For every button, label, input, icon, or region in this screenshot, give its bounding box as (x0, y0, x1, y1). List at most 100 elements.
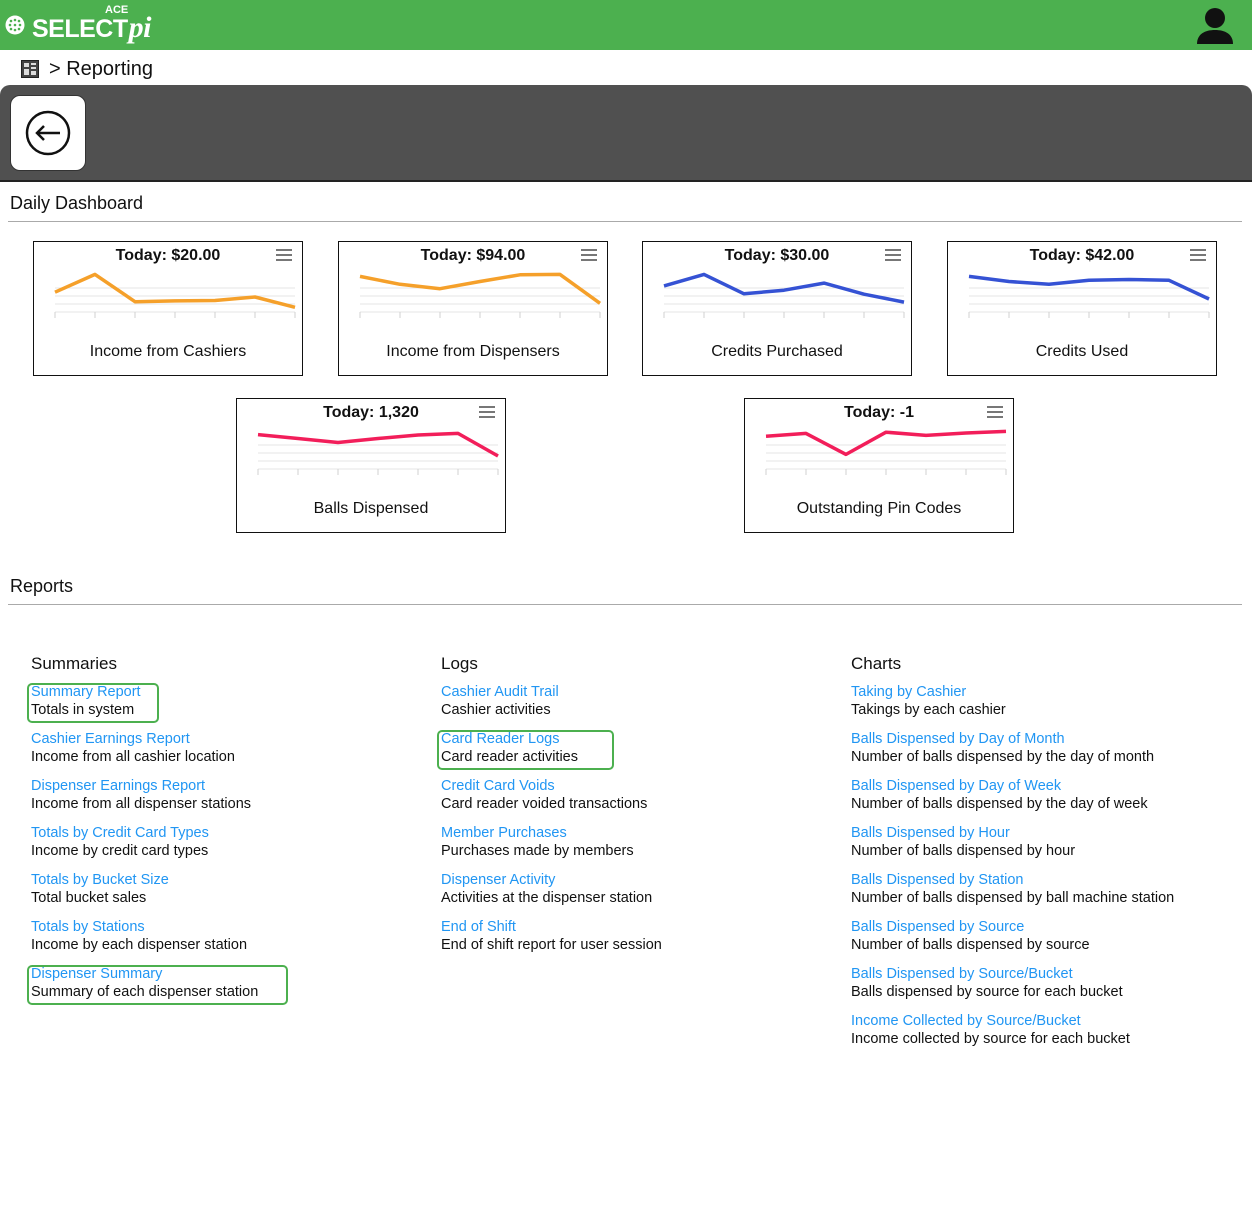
menu-icon[interactable] (581, 249, 597, 261)
menu-icon[interactable] (1190, 249, 1206, 261)
report-description: Cashier activities (441, 702, 551, 718)
sparkline-chart (663, 272, 905, 318)
report-item-balls-dispensed-by-day-of-month: Balls Dispensed by Day of Month Number of… (851, 730, 1251, 777)
report-column-logs: Logs Cashier Audit Trail Cashier activitie… (441, 654, 841, 965)
report-link[interactable]: End of Shift (441, 918, 841, 936)
report-item-balls-dispensed-by-hour: Balls Dispensed by Hour Number of balls d… (851, 824, 1251, 871)
report-link[interactable]: Balls Dispensed by Source (851, 918, 1251, 936)
report-description: Card reader activities (441, 749, 578, 765)
report-item-member-purchases: Member Purchases Purchases made by member… (441, 824, 841, 871)
report-link[interactable]: Dispenser Summary (31, 965, 431, 983)
report-description: Income collected by source for each buck… (851, 1031, 1130, 1047)
report-description: Income by credit card types (31, 843, 209, 859)
column-heading: Summaries (31, 654, 117, 673)
dashboard-icon[interactable] (21, 60, 39, 78)
menu-icon[interactable] (479, 406, 495, 418)
sparkline-chart (765, 429, 1007, 475)
sparkline-chart (359, 272, 602, 318)
menu-icon[interactable] (276, 249, 292, 261)
dashboard-widget-credits-used[interactable]: Today: $42.00 Credits Used (947, 241, 1217, 376)
report-item-totals-by-bucket-size: Totals by Bucket Size Total bucket sales (31, 871, 431, 918)
widget-label: Credits Used (1035, 343, 1129, 360)
report-description: Number of balls dispensed by ball machin… (851, 890, 1175, 906)
divider (8, 604, 1242, 605)
report-link[interactable]: Totals by Stations (31, 918, 431, 936)
report-link[interactable]: Cashier Audit Trail (441, 683, 841, 701)
widget-label: Balls Dispensed (313, 500, 429, 517)
report-description: Card reader voided transactions (441, 796, 648, 812)
report-description: Balls dispensed by source for each bucke… (851, 984, 1123, 1000)
logo-text: SELECTpi (32, 11, 151, 45)
report-link[interactable]: Income Collected by Source/Bucket (851, 1012, 1251, 1030)
report-link[interactable]: Credit Card Voids (441, 777, 841, 795)
reports-title: Reports (10, 576, 74, 596)
report-link[interactable]: Balls Dispensed by Source/Bucket (851, 965, 1251, 983)
report-link[interactable]: Balls Dispensed by Hour (851, 824, 1251, 842)
report-item-cashier-audit-trail: Cashier Audit Trail Cashier activities (441, 683, 841, 730)
report-item-balls-dispensed-by-source: Balls Dispensed by Source Number of balls… (851, 918, 1251, 965)
sparkline-chart (257, 431, 499, 475)
report-item-cashier-earnings-report: Cashier Earnings Report Income from all c… (31, 730, 431, 777)
report-link[interactable]: Taking by Cashier (851, 683, 1251, 701)
widget-label: Outstanding Pin Codes (796, 500, 962, 517)
report-description: Activities at the dispenser station (441, 890, 653, 906)
dashboard-widget-income-from-dispensers[interactable]: Today: $94.00 Income from Dispensers (338, 241, 608, 376)
menu-icon[interactable] (987, 406, 1003, 418)
breadcrumb-text: > Reporting (49, 57, 153, 80)
report-item-totals-by-credit-card-types: Totals by Credit Card Types Income by cre… (31, 824, 431, 871)
report-item-balls-dispensed-by-day-of-week: Balls Dispensed by Day of Week Number of … (851, 777, 1251, 824)
report-link[interactable]: Totals by Credit Card Types (31, 824, 431, 842)
report-description: Summary of each dispenser station (31, 984, 259, 1000)
widget-today-value: Today: $20.00 (115, 247, 221, 264)
report-description: Number of balls dispensed by the day of … (851, 796, 1148, 812)
report-link[interactable]: Totals by Bucket Size (31, 871, 431, 889)
sparkline-series (359, 272, 602, 305)
report-column-summaries: Summaries Summary Report Totals in system C… (31, 654, 431, 1012)
report-item-income-collected-by-source-bucket: Income Collected by Source/Bucket Income … (851, 1012, 1251, 1059)
report-description: Totals in system (31, 702, 135, 718)
logo-badge: ACE (105, 4, 129, 16)
dashboard-widget-balls-dispensed[interactable]: Today: 1,320 Balls Dispensed (236, 398, 506, 533)
divider (8, 221, 1242, 222)
logo-pi: pi (128, 11, 152, 44)
report-item-end-of-shift: End of Shift End of shift report for user… (441, 918, 841, 965)
app-header: SELECTpi ACE (0, 0, 1252, 50)
report-description: Purchases made by members (441, 843, 634, 859)
dashboard-title: Daily Dashboard (10, 193, 144, 213)
report-link[interactable]: Summary Report (31, 683, 431, 701)
report-link[interactable]: Cashier Earnings Report (31, 730, 431, 748)
report-link[interactable]: Card Reader Logs (441, 730, 841, 748)
report-description: Number of balls dispensed by source (851, 937, 1090, 953)
report-link[interactable]: Dispenser Earnings Report (31, 777, 431, 795)
toolbar (0, 85, 1252, 182)
report-description: Total bucket sales (31, 890, 147, 906)
widget-today-value: Today: -1 (844, 404, 914, 421)
report-item-balls-dispensed-by-source-bucket: Balls Dispensed by Source/Bucket Balls di… (851, 965, 1251, 1012)
report-link[interactable]: Balls Dispensed by Day of Month (851, 730, 1251, 748)
report-item-card-reader-logs: Card Reader Logs Card reader activities (441, 730, 841, 777)
widget-label: Credits Purchased (711, 343, 843, 360)
dashboard-widget-credits-purchased[interactable]: Today: $30.00 Credits Purchased (642, 241, 912, 376)
back-button[interactable] (10, 95, 86, 171)
report-item-dispenser-earnings-report: Dispenser Earnings Report Income from all… (31, 777, 431, 824)
report-link[interactable]: Balls Dispensed by Day of Week (851, 777, 1251, 795)
report-description: End of shift report for user session (441, 937, 662, 953)
dashboard-widget-income-from-cashiers[interactable]: Today: $20.00 Income from Cashiers (33, 241, 303, 376)
report-description: Number of balls dispensed by the day of … (851, 749, 1155, 765)
column-heading: Charts (851, 654, 902, 673)
report-description: Takings by each cashier (851, 702, 1006, 718)
logo-select: SELECT (32, 15, 128, 43)
widget-today-value: Today: $42.00 (1029, 247, 1135, 264)
menu-icon[interactable] (885, 249, 901, 261)
breadcrumb: > Reporting (21, 56, 153, 82)
report-link[interactable]: Balls Dispensed by Station (851, 871, 1251, 889)
report-link[interactable]: Dispenser Activity (441, 871, 841, 889)
report-item-dispenser-summary: Dispenser Summary Summary of each dispens… (31, 965, 431, 1012)
user-account-icon[interactable] (1195, 6, 1235, 46)
report-item-balls-dispensed-by-station: Balls Dispensed by Station Number of ball… (851, 871, 1251, 918)
report-item-dispenser-activity: Dispenser Activity Activities at the disp… (441, 871, 841, 918)
dashboard-widget-outstanding-pin-codes[interactable]: Today: -1 Outstanding Pin Codes (744, 398, 1014, 533)
sparkline-series (54, 272, 296, 309)
report-link[interactable]: Member Purchases (441, 824, 841, 842)
report-item-totals-by-stations: Totals by Stations Income by each dispens… (31, 918, 431, 965)
